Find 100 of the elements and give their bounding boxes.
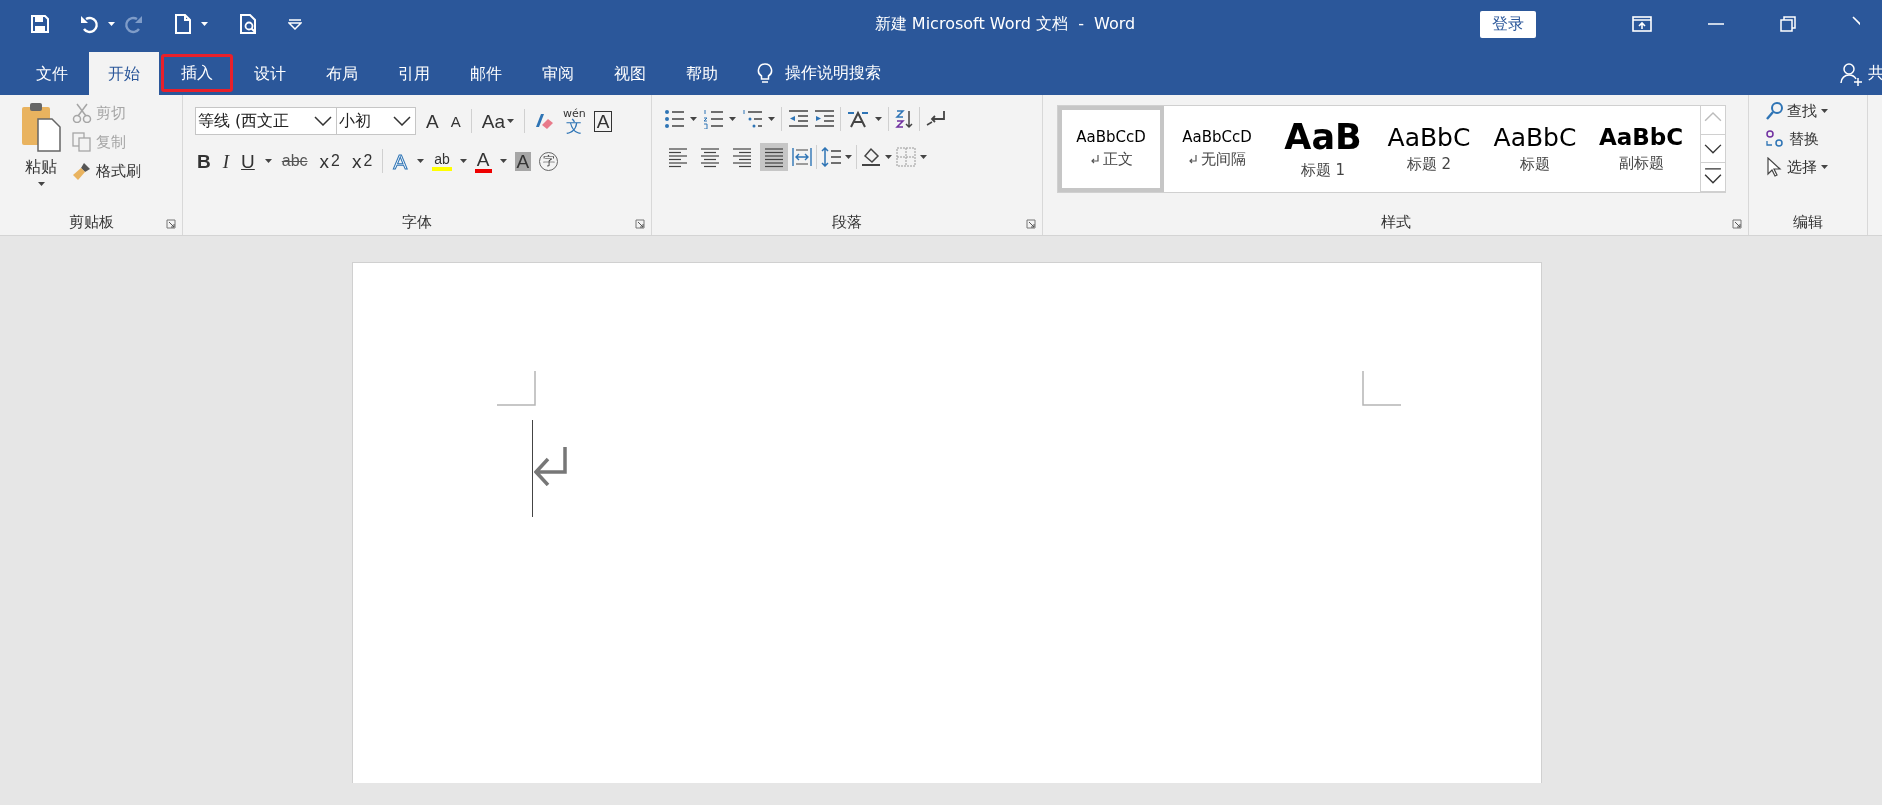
ribbon-tab[interactable]: 文件 bbox=[17, 52, 87, 95]
justify-button[interactable] bbox=[760, 143, 788, 171]
style-gallery-item[interactable]: AaBbCcD 正文 bbox=[1058, 106, 1164, 192]
caret-icon bbox=[729, 117, 736, 121]
tell-me-search[interactable]: 操作说明搜索 bbox=[785, 63, 881, 84]
style-preview: AaBbC bbox=[1387, 123, 1471, 152]
ribbon-tab[interactable]: 视图 bbox=[595, 52, 665, 95]
dialog-launcher-icon[interactable] bbox=[635, 219, 645, 229]
print-preview-icon[interactable] bbox=[238, 14, 258, 34]
character-shading-button[interactable]: A bbox=[514, 151, 532, 171]
window-title: 新建 Microsoft Word 文档 - Word bbox=[873, 13, 1137, 35]
grow-font-button[interactable]: A bbox=[424, 111, 441, 131]
character-border-button[interactable]: A bbox=[593, 110, 613, 132]
scissors-icon bbox=[72, 103, 92, 123]
caret-icon bbox=[1821, 109, 1828, 113]
highlight-button[interactable]: ab bbox=[432, 151, 452, 171]
ribbon-tab[interactable]: 布局 bbox=[307, 52, 377, 95]
restore-icon[interactable] bbox=[1780, 16, 1796, 32]
clipboard-paste-icon bbox=[20, 101, 62, 153]
underline-button[interactable]: U bbox=[239, 151, 257, 171]
caret-icon bbox=[690, 117, 697, 121]
format-painter-button[interactable]: 格式刷 bbox=[72, 161, 141, 181]
corner-mark-icon bbox=[1362, 371, 1401, 406]
save-icon[interactable] bbox=[30, 14, 50, 34]
sort-icon[interactable] bbox=[895, 109, 913, 129]
find-button[interactable]: 查找 bbox=[1765, 101, 1828, 121]
align-center-icon bbox=[700, 146, 720, 168]
bold-button[interactable]: B bbox=[195, 151, 213, 171]
caret-icon bbox=[768, 117, 775, 121]
style-gallery-item[interactable]: AaB 标题 1 bbox=[1270, 106, 1376, 192]
style-name: 标题 1 bbox=[1300, 160, 1346, 180]
font-color-button[interactable]: A bbox=[474, 149, 492, 173]
dialog-launcher-icon[interactable] bbox=[1026, 219, 1036, 229]
style-preview: AaBbCcD bbox=[1182, 129, 1252, 146]
shrink-font-button[interactable]: A bbox=[448, 113, 463, 129]
caret-icon bbox=[875, 117, 882, 121]
ribbon-tab[interactable]: 帮助 bbox=[667, 52, 737, 95]
ribbon-tab[interactable]: 插入 bbox=[161, 54, 233, 92]
caret-icon bbox=[920, 155, 927, 159]
ribbon-tab[interactable]: 审阅 bbox=[523, 52, 593, 95]
style-gallery-item[interactable]: AaBbC 标题 2 bbox=[1376, 106, 1482, 192]
pointer-icon bbox=[1765, 157, 1783, 177]
phonetic-character: 文 bbox=[566, 118, 583, 135]
increase-indent-icon[interactable] bbox=[814, 109, 834, 129]
group-label: 样式 bbox=[1380, 212, 1411, 232]
share-person-icon[interactable] bbox=[1840, 61, 1862, 86]
align-left-icon bbox=[668, 146, 688, 168]
style-preview: AaBbC bbox=[1598, 124, 1684, 151]
numbering-icon[interactable] bbox=[703, 109, 723, 129]
paste-button[interactable]: 粘贴 bbox=[0, 95, 70, 209]
strikethrough-button[interactable]: abc bbox=[279, 153, 310, 169]
show-formatting-marks-icon[interactable] bbox=[926, 109, 946, 129]
redo-icon[interactable] bbox=[123, 14, 143, 34]
search-icon bbox=[1765, 101, 1783, 121]
select-button[interactable]: 选择 bbox=[1765, 157, 1828, 177]
style-gallery-item[interactable]: AaBbCcD 无间隔 bbox=[1164, 106, 1270, 192]
line-spacing-icon[interactable] bbox=[821, 147, 841, 167]
style-preview: AaBbCcD bbox=[1076, 129, 1146, 146]
caret-icon bbox=[506, 119, 514, 123]
multilevel-list-icon[interactable] bbox=[742, 109, 762, 129]
new-document-icon[interactable] bbox=[173, 14, 193, 34]
dialog-launcher-icon[interactable] bbox=[166, 219, 176, 229]
ribbon-tab[interactable]: 开始 bbox=[89, 52, 159, 95]
align-right-icon bbox=[732, 146, 752, 168]
caret-icon bbox=[459, 159, 467, 163]
undo-icon[interactable] bbox=[80, 14, 100, 34]
group-label: 段落 bbox=[832, 212, 862, 232]
sign-in-button[interactable]: 登录 bbox=[1480, 10, 1536, 38]
replace-icon bbox=[1765, 129, 1785, 149]
caret-icon bbox=[264, 159, 272, 163]
replace-button[interactable]: 替换 bbox=[1765, 129, 1828, 149]
style-gallery-item[interactable]: AaBbC 副标题 bbox=[1588, 106, 1694, 192]
change-case-button[interactable]: Aa bbox=[479, 111, 516, 131]
paint-bucket-icon[interactable] bbox=[861, 147, 881, 167]
italic-button[interactable]: I bbox=[220, 151, 232, 171]
style-name: 无间隔 bbox=[1201, 149, 1246, 169]
paragraph-mark-icon bbox=[1188, 154, 1197, 165]
distributed-icon[interactable] bbox=[792, 147, 812, 167]
font-name-field[interactable]: 等线 (西文正 bbox=[195, 107, 337, 135]
style-name: 标题 2 bbox=[1406, 155, 1452, 175]
customize-menu-icon[interactable] bbox=[288, 18, 302, 30]
dropdown-chevron-icon bbox=[393, 116, 411, 126]
caret-icon bbox=[201, 22, 208, 26]
style-preview: AaB bbox=[1284, 118, 1362, 157]
ribbon-tab[interactable]: 引用 bbox=[379, 52, 449, 95]
lightbulb-icon bbox=[757, 63, 773, 84]
ribbon-tab[interactable]: 邮件 bbox=[451, 52, 521, 95]
font-size-value: 小初 bbox=[339, 110, 371, 132]
font-size-field[interactable]: 小初 bbox=[336, 107, 416, 135]
ribbon-tab[interactable]: 设计 bbox=[235, 52, 305, 95]
group-label: 字体 bbox=[402, 212, 432, 232]
corner-mark-icon bbox=[497, 371, 536, 406]
ribbon-display-icon[interactable] bbox=[1632, 16, 1652, 32]
bullets-icon[interactable] bbox=[664, 109, 684, 129]
asian-layout-icon[interactable] bbox=[847, 109, 869, 129]
dialog-launcher-icon[interactable] bbox=[1732, 219, 1742, 229]
caret-icon bbox=[417, 159, 425, 163]
style-gallery-item[interactable]: AaBbC 标题 bbox=[1482, 106, 1588, 192]
phonetic-guide-button[interactable]: wén 文 bbox=[562, 107, 586, 135]
decrease-indent-icon[interactable] bbox=[788, 109, 808, 129]
